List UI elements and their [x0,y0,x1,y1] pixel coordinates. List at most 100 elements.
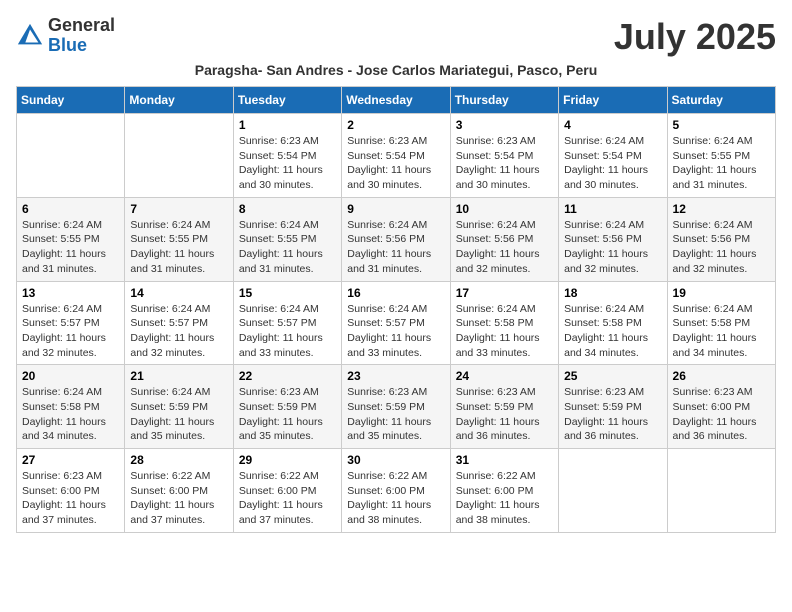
subtitle: Paragsha- San Andres - Jose Carlos Maria… [16,62,776,78]
calendar-cell: 3 Sunrise: 6:23 AMSunset: 5:54 PMDaylight… [450,114,558,198]
day-number: 4 [564,118,661,132]
day-number: 11 [564,202,661,216]
cell-info: Sunrise: 6:22 AMSunset: 6:00 PMDaylight:… [130,469,227,528]
cell-info: Sunrise: 6:23 AMSunset: 5:59 PMDaylight:… [239,385,336,444]
calendar-table: SundayMondayTuesdayWednesdayThursdayFrid… [16,86,776,533]
calendar-cell: 10Sunrise: 6:24 AMSunset: 5:56 PMDayligh… [450,197,558,281]
cell-info: Sunrise: 6:24 AMSunset: 5:56 PMDaylight:… [347,218,444,277]
day-number: 17 [456,286,553,300]
cell-info: Sunrise: 6:23 AMSunset: 6:00 PMDaylight:… [22,469,119,528]
calendar-cell [667,449,775,533]
cell-info: Sunrise: 6:24 AMSunset: 5:55 PMDaylight:… [239,218,336,277]
calendar-cell: 16 Sunrise: 6:24 AMSunset: 5:57 PMDayligh… [342,281,450,365]
cell-info: Sunrise: 6:23 AMSunset: 5:59 PMDaylight:… [456,385,553,444]
calendar-cell: 20 Sunrise: 6:24 AMSunset: 5:58 PMDayligh… [17,365,125,449]
cell-info: Sunrise: 6:24 AMSunset: 5:57 PMDaylight:… [130,302,227,361]
day-header-wednesday: Wednesday [342,87,450,114]
calendar-cell: 24 Sunrise: 6:23 AMSunset: 5:59 PMDayligh… [450,365,558,449]
day-number: 6 [22,202,119,216]
calendar-cell [125,114,233,198]
calendar-cell: 28 Sunrise: 6:22 AMSunset: 6:00 PMDayligh… [125,449,233,533]
calendar-cell: 27 Sunrise: 6:23 AMSunset: 6:00 PMDayligh… [17,449,125,533]
day-number: 19 [673,286,770,300]
day-number: 18 [564,286,661,300]
cell-info: Sunrise: 6:24 AMSunset: 5:56 PMDaylight:… [564,218,661,277]
calendar-cell: 25 Sunrise: 6:23 AMSunset: 5:59 PMDayligh… [559,365,667,449]
cell-info: Sunrise: 6:23 AMSunset: 6:00 PMDaylight:… [673,385,770,444]
calendar-cell: 1 Sunrise: 6:23 AMSunset: 5:54 PMDaylight… [233,114,341,198]
calendar-cell: 26 Sunrise: 6:23 AMSunset: 6:00 PMDayligh… [667,365,775,449]
calendar-cell: 15Sunrise: 6:24 AMSunset: 5:57 PMDayligh… [233,281,341,365]
day-number: 1 [239,118,336,132]
cell-info: Sunrise: 6:24 AMSunset: 5:56 PMDaylight:… [673,218,770,277]
cell-info: Sunrise: 6:24 AMSunset: 5:59 PMDaylight:… [130,385,227,444]
day-number: 28 [130,453,227,467]
cell-info: Sunrise: 6:24 AMSunset: 5:57 PMDaylight:… [239,302,336,361]
cell-info: Sunrise: 6:23 AMSunset: 5:59 PMDaylight:… [564,385,661,444]
cell-info: Sunrise: 6:23 AMSunset: 5:54 PMDaylight:… [239,134,336,193]
day-number: 3 [456,118,553,132]
cell-info: Sunrise: 6:24 AMSunset: 5:55 PMDaylight:… [22,218,119,277]
cell-info: Sunrise: 6:24 AMSunset: 5:58 PMDaylight:… [22,385,119,444]
day-number: 10 [456,202,553,216]
cell-info: Sunrise: 6:22 AMSunset: 6:00 PMDaylight:… [347,469,444,528]
calendar-cell: 8 Sunrise: 6:24 AMSunset: 5:55 PMDaylight… [233,197,341,281]
day-number: 13 [22,286,119,300]
day-number: 27 [22,453,119,467]
calendar-cell: 4 Sunrise: 6:24 AMSunset: 5:54 PMDaylight… [559,114,667,198]
calendar-cell: 23 Sunrise: 6:23 AMSunset: 5:59 PMDayligh… [342,365,450,449]
day-number: 16 [347,286,444,300]
calendar-cell: 29 Sunrise: 6:22 AMSunset: 6:00 PMDayligh… [233,449,341,533]
logo-general-text: General [48,15,115,35]
day-number: 20 [22,369,119,383]
day-number: 31 [456,453,553,467]
calendar-cell: 11 Sunrise: 6:24 AMSunset: 5:56 PMDayligh… [559,197,667,281]
month-title: July 2025 [614,16,776,58]
day-number: 25 [564,369,661,383]
day-number: 14 [130,286,227,300]
logo-blue-text: Blue [48,35,87,55]
calendar-cell: 21 Sunrise: 6:24 AMSunset: 5:59 PMDayligh… [125,365,233,449]
calendar-cell: 22 Sunrise: 6:23 AMSunset: 5:59 PMDayligh… [233,365,341,449]
calendar-cell: 13 Sunrise: 6:24 AMSunset: 5:57 PMDayligh… [17,281,125,365]
day-number: 30 [347,453,444,467]
day-header-saturday: Saturday [667,87,775,114]
calendar-cell: 31Sunrise: 6:22 AMSunset: 6:00 PMDayligh… [450,449,558,533]
day-number: 9 [347,202,444,216]
day-number: 21 [130,369,227,383]
calendar-cell [559,449,667,533]
day-number: 24 [456,369,553,383]
day-header-monday: Monday [125,87,233,114]
day-number: 5 [673,118,770,132]
cell-info: Sunrise: 6:23 AMSunset: 5:59 PMDaylight:… [347,385,444,444]
cell-info: Sunrise: 6:24 AMSunset: 5:57 PMDaylight:… [347,302,444,361]
cell-info: Sunrise: 6:24 AMSunset: 5:57 PMDaylight:… [22,302,119,361]
calendar-cell: 9 Sunrise: 6:24 AMSunset: 5:56 PMDaylight… [342,197,450,281]
calendar-cell: 6 Sunrise: 6:24 AMSunset: 5:55 PMDaylight… [17,197,125,281]
cell-info: Sunrise: 6:24 AMSunset: 5:58 PMDaylight:… [564,302,661,361]
calendar-cell: 18 Sunrise: 6:24 AMSunset: 5:58 PMDayligh… [559,281,667,365]
calendar-cell: 17Sunrise: 6:24 AMSunset: 5:58 PMDayligh… [450,281,558,365]
day-number: 29 [239,453,336,467]
day-number: 26 [673,369,770,383]
cell-info: Sunrise: 6:22 AMSunset: 6:00 PMDaylight:… [239,469,336,528]
day-header-sunday: Sunday [17,87,125,114]
day-number: 22 [239,369,336,383]
cell-info: Sunrise: 6:24 AMSunset: 5:54 PMDaylight:… [564,134,661,193]
calendar-cell: 5 Sunrise: 6:24 AMSunset: 5:55 PMDaylight… [667,114,775,198]
calendar-cell: 30 Sunrise: 6:22 AMSunset: 6:00 PMDayligh… [342,449,450,533]
calendar-cell: 2Sunrise: 6:23 AMSunset: 5:54 PMDaylight… [342,114,450,198]
cell-info: Sunrise: 6:24 AMSunset: 5:55 PMDaylight:… [673,134,770,193]
day-number: 2 [347,118,444,132]
calendar-cell: 7Sunrise: 6:24 AMSunset: 5:55 PMDaylight… [125,197,233,281]
day-header-tuesday: Tuesday [233,87,341,114]
day-header-thursday: Thursday [450,87,558,114]
cell-info: Sunrise: 6:24 AMSunset: 5:58 PMDaylight:… [673,302,770,361]
cell-info: Sunrise: 6:23 AMSunset: 5:54 PMDaylight:… [456,134,553,193]
day-header-friday: Friday [559,87,667,114]
logo-icon [16,22,44,50]
day-number: 8 [239,202,336,216]
calendar-cell: 12Sunrise: 6:24 AMSunset: 5:56 PMDayligh… [667,197,775,281]
cell-info: Sunrise: 6:24 AMSunset: 5:55 PMDaylight:… [130,218,227,277]
day-number: 23 [347,369,444,383]
